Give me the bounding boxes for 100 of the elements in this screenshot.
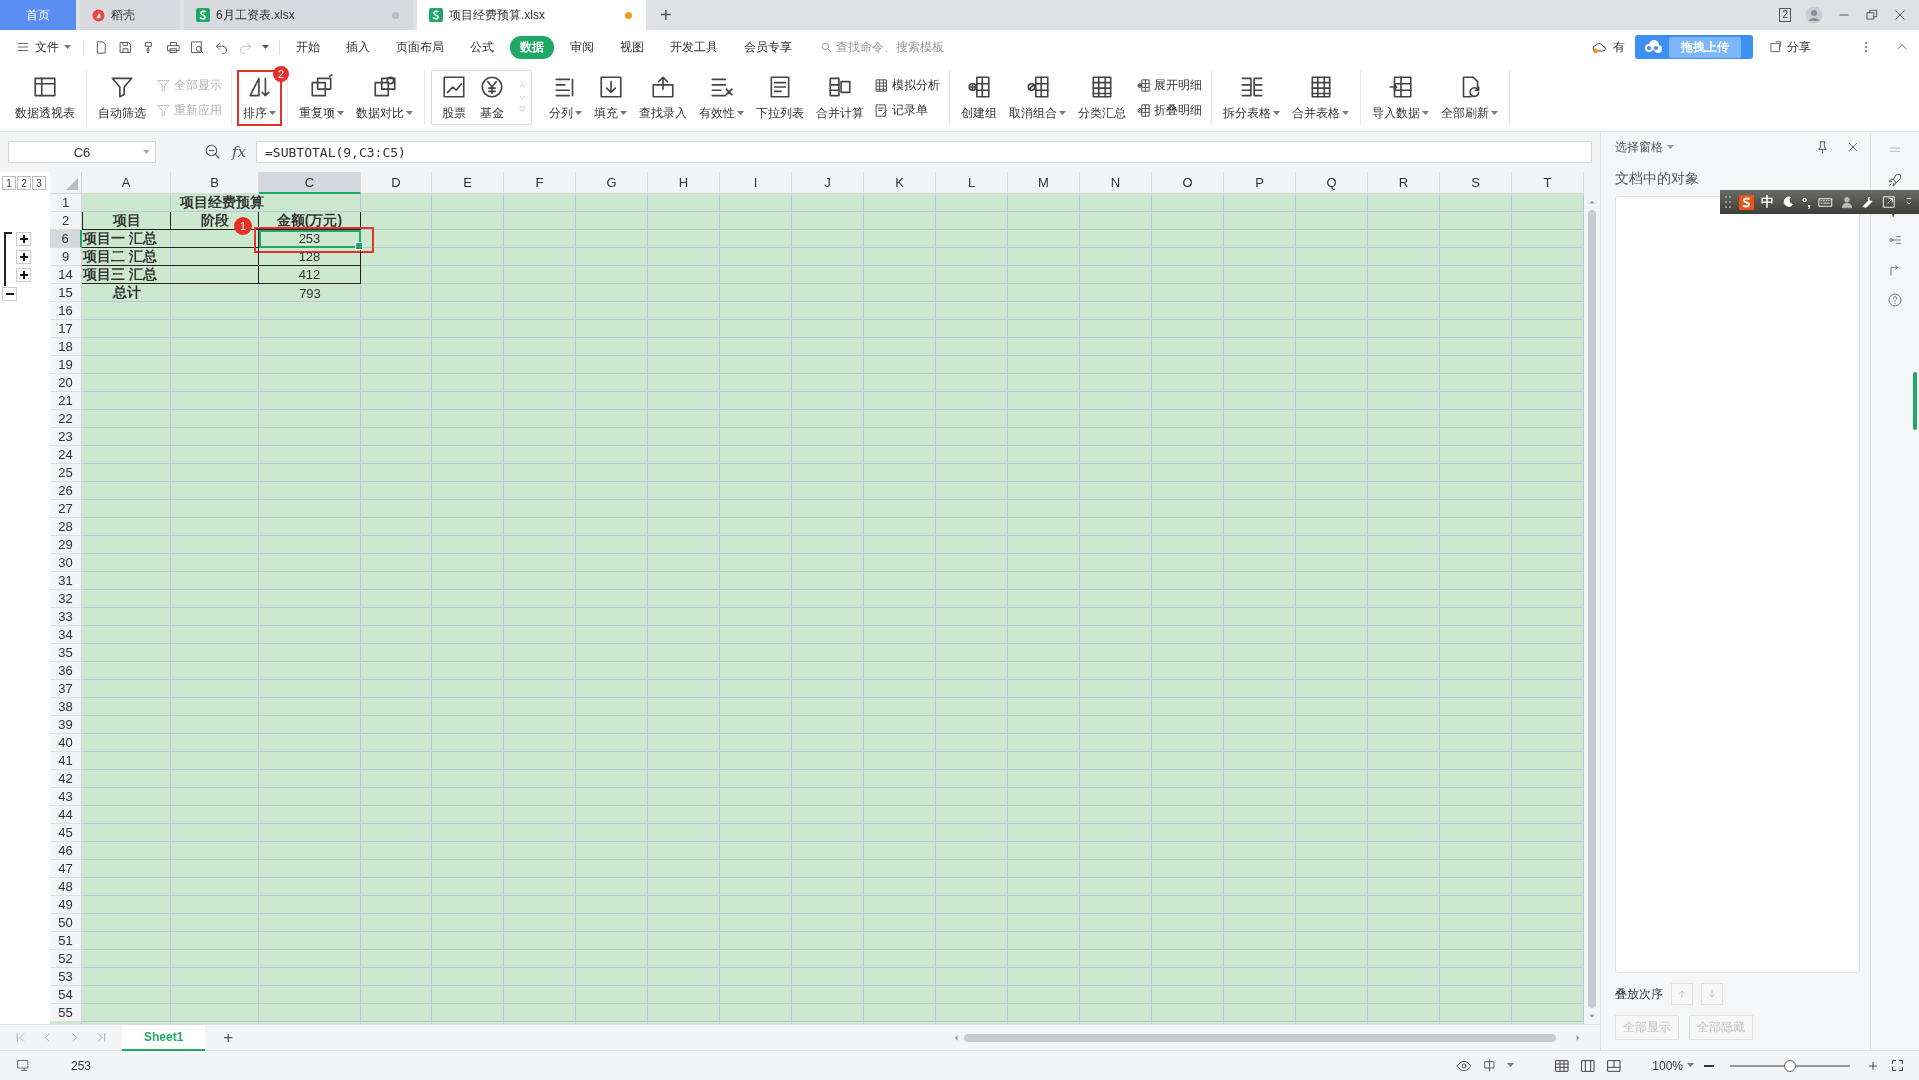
- row-header[interactable]: 17: [50, 320, 82, 338]
- column-header[interactable]: M: [1008, 172, 1080, 194]
- pane-title[interactable]: 选择窗格: [1615, 138, 1663, 156]
- column-header[interactable]: H: [648, 172, 720, 194]
- formula-field[interactable]: =SUBTOTAL(9,C3:C5): [256, 141, 1592, 163]
- row-header[interactable]: 42: [50, 770, 82, 788]
- row-header[interactable]: 23: [50, 428, 82, 446]
- ribbon-button[interactable]: 创建组: [956, 70, 1002, 125]
- name-box[interactable]: C6: [8, 141, 156, 163]
- row-header[interactable]: 21: [50, 392, 82, 410]
- column-header[interactable]: R: [1368, 172, 1440, 194]
- document-tab[interactable]: 项目经费预算.xlsx: [417, 0, 646, 30]
- row-header[interactable]: 41: [50, 752, 82, 770]
- outline-level-button[interactable]: 1: [2, 176, 16, 190]
- ribbon-button[interactable]: 自动筛选: [93, 70, 151, 125]
- window-count-icon[interactable]: 2: [1779, 8, 1791, 22]
- outline-level-button[interactable]: 2: [17, 176, 31, 190]
- row-header[interactable]: 2: [50, 212, 82, 230]
- column-header[interactable]: B: [171, 172, 259, 194]
- ribbon-button[interactable]: 拆分表格: [1218, 70, 1285, 125]
- row-header[interactable]: 54: [50, 986, 82, 1004]
- column-header[interactable]: P: [1224, 172, 1296, 194]
- row-header[interactable]: 22: [50, 410, 82, 428]
- close-dot[interactable]: [392, 12, 399, 19]
- column-header[interactable]: F: [504, 172, 576, 194]
- row-header[interactable]: 38: [50, 698, 82, 716]
- row-header[interactable]: 43: [50, 788, 82, 806]
- row-header[interactable]: 46: [50, 842, 82, 860]
- share-button[interactable]: 分享: [1763, 37, 1817, 57]
- row-header[interactable]: 32: [50, 590, 82, 608]
- scrollbar[interactable]: [952, 1031, 1582, 1044]
- new-tab-button[interactable]: +: [650, 0, 682, 30]
- ribbon-tab[interactable]: 页面布局: [386, 35, 454, 59]
- ribbon-button[interactable]: 数据对比: [351, 70, 418, 125]
- row-header[interactable]: 15: [50, 284, 82, 302]
- ribbon-button[interactable]: 重复项: [294, 70, 349, 125]
- avatar-icon[interactable]: [1805, 6, 1823, 24]
- column-header[interactable]: K: [864, 172, 936, 194]
- column-header[interactable]: D: [361, 172, 432, 194]
- ribbon-button[interactable]: 分列: [544, 70, 587, 125]
- row-header[interactable]: 35: [50, 644, 82, 662]
- row-header[interactable]: 40: [50, 734, 82, 752]
- column-header[interactable]: N: [1080, 172, 1152, 194]
- row-header[interactable]: 49: [50, 896, 82, 914]
- outline-level-button[interactable]: 3: [32, 176, 46, 190]
- ribbon-button[interactable]: 导入数据: [1367, 70, 1434, 125]
- row-header[interactable]: 55: [50, 1004, 82, 1022]
- file-menu[interactable]: 文件: [10, 37, 77, 57]
- row-header[interactable]: 51: [50, 932, 82, 950]
- ribbon-button[interactable]: 折叠明细: [1133, 101, 1205, 119]
- grip-icon[interactable]: [1724, 195, 1732, 209]
- column-header[interactable]: J: [792, 172, 864, 194]
- ribbon-button[interactable]: 数据透视表: [10, 70, 80, 125]
- document-tab[interactable]: 6月工资表.xlsx: [184, 0, 413, 30]
- row-header[interactable]: 24: [50, 446, 82, 464]
- row-header[interactable]: 39: [50, 716, 82, 734]
- document-tab[interactable]: 稻壳: [80, 0, 180, 30]
- row-header[interactable]: 9: [50, 248, 82, 266]
- expand-button[interactable]: [16, 250, 31, 264]
- row-header[interactable]: 18: [50, 338, 82, 356]
- column-header[interactable]: S: [1440, 172, 1512, 194]
- column-header[interactable]: Q: [1296, 172, 1368, 194]
- scrollbar[interactable]: [1584, 172, 1600, 1024]
- row-header[interactable]: 31: [50, 572, 82, 590]
- ribbon-tab[interactable]: 视图: [610, 35, 654, 59]
- ribbon-button[interactable]: 合并表格: [1287, 70, 1354, 125]
- ribbon-tab[interactable]: 插入: [336, 35, 380, 59]
- ribbon-button[interactable]: 有效性: [694, 70, 749, 125]
- function-label[interactable]: fx: [232, 143, 246, 161]
- ribbon-button[interactable]: 全部刷新: [1436, 70, 1503, 125]
- expand-button[interactable]: [16, 232, 31, 246]
- ribbon-tab[interactable]: 开始: [286, 35, 330, 59]
- column-header[interactable]: E: [432, 172, 504, 194]
- row-header[interactable]: 29: [50, 536, 82, 554]
- ribbon-button[interactable]: 记录单: [871, 101, 943, 119]
- ribbon-tab[interactable]: 会员专享: [734, 35, 802, 59]
- ribbon-button[interactable]: 合并计算: [811, 70, 869, 125]
- row-header[interactable]: 27: [50, 500, 82, 518]
- collapse-button[interactable]: [2, 287, 17, 301]
- ribbon-button[interactable]: 取消组合: [1004, 70, 1071, 125]
- row-header[interactable]: 25: [50, 464, 82, 482]
- ribbon-tab[interactable]: 开发工具: [660, 35, 728, 59]
- ribbon-button[interactable]: 填充: [589, 70, 632, 125]
- punctuation-button[interactable]: °,: [1802, 194, 1811, 210]
- ribbon-button[interactable]: 下拉列表: [751, 70, 809, 125]
- row-header[interactable]: 34: [50, 626, 82, 644]
- column-header[interactable]: T: [1512, 172, 1584, 194]
- select-all-button[interactable]: [50, 172, 82, 194]
- column-header[interactable]: O: [1152, 172, 1224, 194]
- row-header[interactable]: 47: [50, 860, 82, 878]
- column-header[interactable]: G: [576, 172, 648, 194]
- row-header[interactable]: 28: [50, 518, 82, 536]
- ime-logo-icon[interactable]: [1739, 194, 1754, 210]
- ribbon-button[interactable]: 查找录入: [634, 70, 692, 125]
- row-header[interactable]: 16: [50, 302, 82, 320]
- ribbon-button[interactable]: 股票: [436, 70, 472, 125]
- row-header[interactable]: 33: [50, 608, 82, 626]
- row-header[interactable]: 14: [50, 266, 82, 284]
- row-header[interactable]: 52: [50, 950, 82, 968]
- zoom-out-icon[interactable]: [1704, 1064, 1714, 1067]
